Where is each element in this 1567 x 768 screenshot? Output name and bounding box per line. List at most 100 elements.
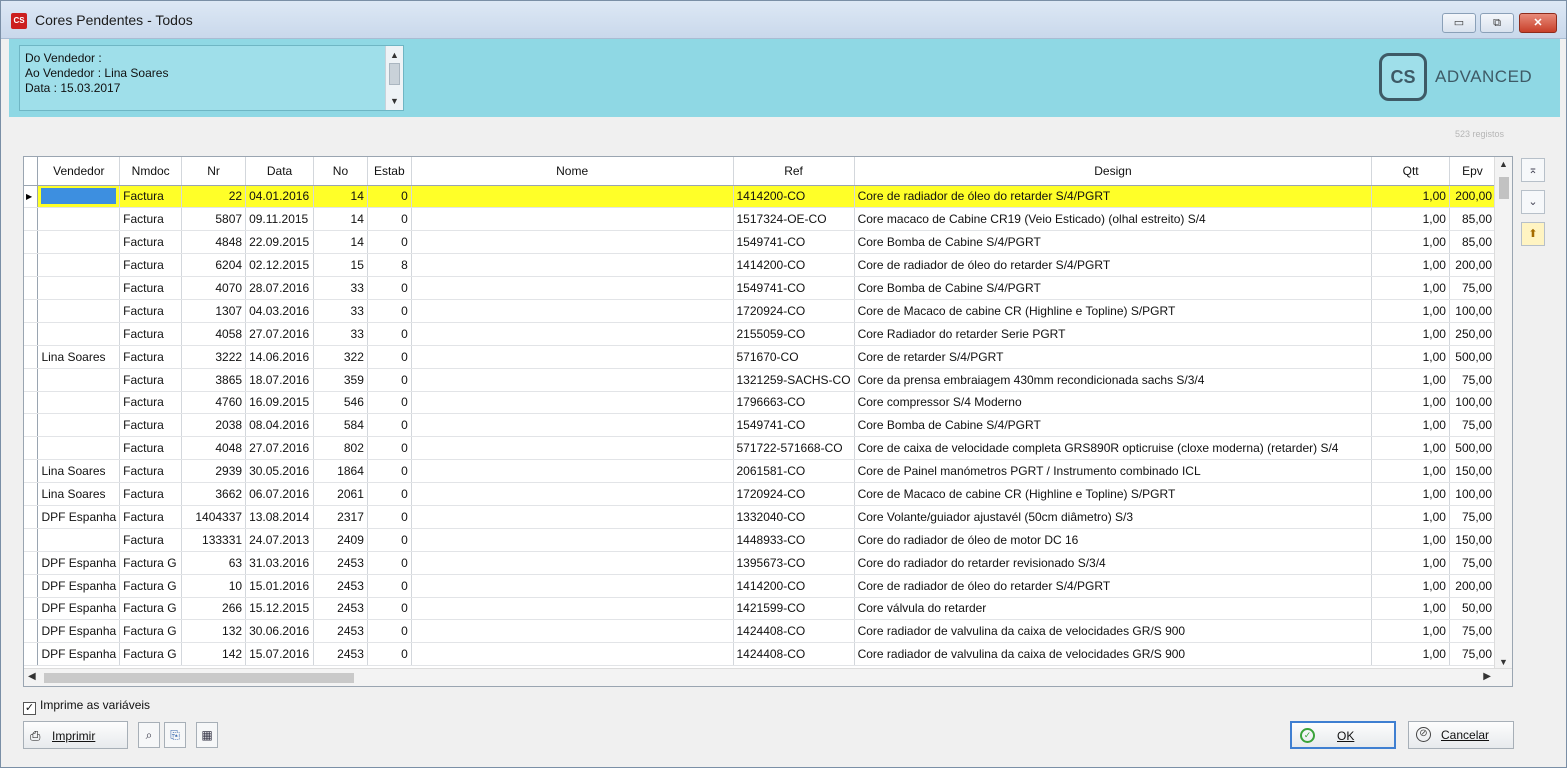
cell-design[interactable]: Core válvula do retarder	[854, 597, 1373, 621]
row-indicator[interactable]	[24, 207, 39, 232]
row-indicator[interactable]	[24, 597, 39, 621]
cell-ref[interactable]: 1517324-OE-CO	[733, 207, 855, 232]
cell-vendedor[interactable]	[37, 276, 121, 300]
row-indicator[interactable]	[24, 528, 39, 552]
cell-vendedor[interactable]	[37, 230, 121, 255]
cell-nmdoc[interactable]: Factura	[119, 528, 183, 552]
cell-no[interactable]: 33	[313, 322, 368, 346]
cell-qtt[interactable]: 1,00	[1371, 276, 1450, 300]
cell-vendedor[interactable]	[37, 528, 121, 552]
cell-nr[interactable]: 63	[181, 551, 247, 575]
cell-data[interactable]: 04.01.2016	[245, 185, 315, 209]
cell-data[interactable]: 18.07.2016	[245, 368, 315, 392]
cell-design[interactable]: Core do radiador de óleo de motor DC 16	[854, 528, 1373, 552]
cell-nr[interactable]: 1307	[181, 299, 247, 323]
cell-nome[interactable]	[411, 597, 734, 621]
cell-nmdoc[interactable]: Factura	[119, 368, 183, 392]
cell-estab[interactable]: 0	[367, 276, 412, 300]
row-indicator[interactable]	[24, 391, 39, 415]
cell-nr[interactable]: 1404337	[181, 505, 247, 529]
scroll-thumb[interactable]	[1499, 177, 1509, 199]
table-row[interactable]: ▶ Factura 22 04.01.2016 14 0 1414200-CO Core de…	[24, 185, 1496, 209]
row-indicator[interactable]	[24, 230, 39, 255]
table-row[interactable]: Factura 4048 27.07.2016 802 0 571722-571668-C…	[24, 436, 1496, 461]
cell-nr[interactable]: 132	[181, 619, 247, 644]
table-row[interactable]: Factura 2038 08.04.2016 584 0 1549741-CO Core …	[24, 413, 1496, 438]
cell-estab[interactable]: 0	[367, 185, 412, 209]
cell-data[interactable]: 15.01.2016	[245, 574, 315, 598]
cell-nmdoc[interactable]: Factura	[119, 253, 183, 278]
cell-estab[interactable]: 8	[367, 253, 412, 278]
cell-qtt[interactable]: 1,00	[1371, 528, 1450, 552]
cell-epv[interactable]: 250,00	[1449, 322, 1496, 346]
cell-vendedor[interactable]	[37, 299, 121, 323]
cell-qtt[interactable]: 1,00	[1371, 185, 1450, 209]
row-indicator[interactable]	[24, 276, 39, 300]
cell-vendedor[interactable]	[37, 436, 121, 461]
row-indicator[interactable]	[24, 551, 39, 575]
table-row[interactable]: DPF Espanha Factura G 132 30.06.2016 2453 0 14…	[24, 619, 1496, 644]
cell-vendedor[interactable]	[37, 185, 121, 209]
cell-nr[interactable]: 3222	[181, 345, 247, 369]
cell-qtt[interactable]: 1,00	[1371, 253, 1450, 278]
cell-nr[interactable]: 10	[181, 574, 247, 598]
cell-nome[interactable]	[411, 436, 734, 461]
cell-estab[interactable]: 0	[367, 482, 412, 506]
cell-epv[interactable]: 200,00	[1449, 253, 1496, 278]
cell-nr[interactable]: 5807	[181, 207, 247, 232]
cell-ref[interactable]: 1421599-CO	[733, 597, 855, 621]
cell-qtt[interactable]: 1,00	[1371, 551, 1450, 575]
cell-nr[interactable]: 4760	[181, 391, 247, 415]
row-indicator[interactable]	[24, 482, 39, 506]
cell-nmdoc[interactable]: Factura G	[119, 642, 183, 667]
cell-nome[interactable]	[411, 322, 734, 346]
cell-vendedor[interactable]	[37, 368, 121, 392]
row-indicator[interactable]	[24, 368, 39, 392]
table-row[interactable]: Factura 4070 28.07.2016 33 0 1549741-CO Core B…	[24, 276, 1496, 300]
cell-epv[interactable]: 200,00	[1449, 574, 1496, 598]
cell-epv[interactable]: 75,00	[1449, 505, 1496, 529]
cell-epv[interactable]: 75,00	[1449, 551, 1496, 575]
col-header-qtt[interactable]: Qtt	[1371, 157, 1450, 186]
scroll-up-icon[interactable]: ▲	[386, 48, 403, 62]
cell-epv[interactable]: 500,00	[1449, 345, 1496, 369]
title-bar[interactable]: CS Cores Pendentes - Todos ▭ ⧉ ✕	[1, 1, 1566, 39]
go-to-last-icon[interactable]: ⌄	[1521, 190, 1545, 214]
cell-vendedor[interactable]	[37, 413, 121, 438]
cell-design[interactable]: Core de radiador de óleo do retarder S/4…	[854, 185, 1373, 209]
cell-data[interactable]: 06.07.2016	[245, 482, 315, 506]
cell-nome[interactable]	[411, 459, 734, 484]
cell-no[interactable]: 584	[313, 413, 368, 438]
cell-design[interactable]: Core radiador de valvulina da caixa de v…	[854, 619, 1373, 644]
cell-estab[interactable]: 0	[367, 597, 412, 621]
cell-nmdoc[interactable]: Factura	[119, 207, 183, 232]
row-indicator[interactable]	[24, 505, 39, 529]
cell-no[interactable]: 33	[313, 276, 368, 300]
cell-nome[interactable]	[411, 551, 734, 575]
cell-qtt[interactable]: 1,00	[1371, 368, 1450, 392]
cell-vendedor[interactable]: Lina Soares	[37, 345, 121, 369]
cell-ref[interactable]: 1414200-CO	[733, 253, 855, 278]
cell-no[interactable]: 802	[313, 436, 368, 461]
cell-nr[interactable]: 4070	[181, 276, 247, 300]
scroll-down-icon[interactable]: ▼	[386, 94, 403, 108]
export-icon[interactable]: ⬆	[1521, 222, 1545, 246]
col-header-design[interactable]: Design	[854, 157, 1373, 186]
cell-estab[interactable]: 0	[367, 391, 412, 415]
cell-nmdoc[interactable]: Factura	[119, 459, 183, 484]
cell-nr[interactable]: 4048	[181, 436, 247, 461]
cell-design[interactable]: Core de Macaco de cabine CR (Highline e …	[854, 299, 1373, 323]
cell-ref[interactable]: 1549741-CO	[733, 413, 855, 438]
table-row[interactable]: Factura 4058 27.07.2016 33 0 2155059-CO Core R…	[24, 322, 1496, 346]
cell-nome[interactable]	[411, 368, 734, 392]
cell-data[interactable]: 30.06.2016	[245, 619, 315, 644]
cell-nmdoc[interactable]: Factura	[119, 185, 183, 209]
cell-design[interactable]: Core da prensa embraiagem 430mm recondic…	[854, 368, 1373, 392]
cell-nome[interactable]	[411, 185, 734, 209]
cell-design[interactable]: Core macaco de Cabine CR19 (Veio Esticad…	[854, 207, 1373, 232]
cell-ref[interactable]: 1549741-CO	[733, 276, 855, 300]
cell-epv[interactable]: 75,00	[1449, 619, 1496, 644]
cell-no[interactable]: 2453	[313, 619, 368, 644]
cell-nr[interactable]: 22	[181, 185, 247, 209]
cell-estab[interactable]: 0	[367, 642, 412, 667]
